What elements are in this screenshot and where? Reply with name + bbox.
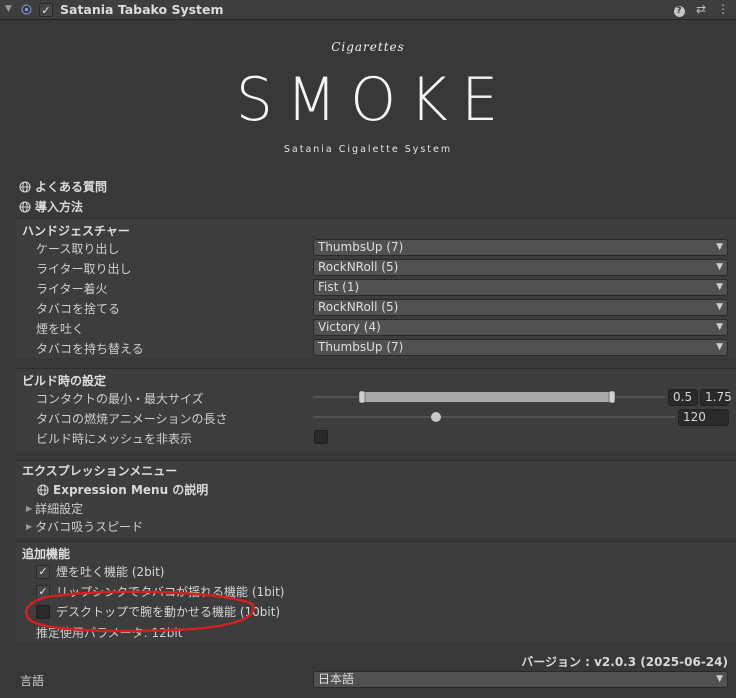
globe-icon bbox=[19, 180, 31, 193]
foldout-triangle-icon: ▶ bbox=[26, 504, 33, 513]
section-title: ハンドジェスチャー bbox=[22, 224, 130, 238]
contact-min-field[interactable]: 0.5 bbox=[668, 389, 698, 406]
contact-max-field[interactable]: 1.75 bbox=[700, 389, 732, 406]
language-label: 言語 bbox=[20, 674, 45, 688]
gesture-dropdown[interactable]: ThumbsUp (7) ▼ bbox=[313, 339, 728, 356]
component-enabled-checkbox[interactable]: ✓ bbox=[39, 3, 53, 17]
install-link-label: 導入方法 bbox=[35, 200, 84, 214]
preset-icon[interactable]: ⇄ bbox=[694, 2, 708, 16]
gesture-dropdown[interactable]: RockNRoll (5) ▼ bbox=[313, 259, 728, 276]
feature-checkbox[interactable]: ✓ bbox=[36, 584, 50, 599]
section-title: ビルド時の設定 bbox=[22, 374, 107, 388]
foldout-advanced-settings[interactable]: ▶ 詳細設定 bbox=[26, 500, 83, 517]
hide-mesh-label: ビルド時にメッシュを非表示 bbox=[36, 432, 193, 446]
contact-size-range-slider[interactable] bbox=[313, 389, 665, 405]
script-icon bbox=[21, 4, 32, 15]
gesture-row-label: ライター着火 bbox=[36, 282, 108, 296]
gesture-row-label: 煙を吐く bbox=[36, 322, 85, 336]
dropdown-arrow-icon: ▼ bbox=[716, 342, 723, 352]
feature-desktop-arm-toggle[interactable]: デスクトップで腕を動かせる機能 (10bit) bbox=[36, 603, 280, 620]
gesture-dropdown[interactable]: ThumbsUp (7) ▼ bbox=[313, 239, 728, 256]
smoke-logo: Cigarettes SMOKE Satania Cigalette Syste… bbox=[0, 36, 736, 161]
burn-length-slider[interactable] bbox=[313, 409, 675, 425]
dropdown-arrow-icon: ▼ bbox=[716, 674, 723, 684]
dropdown-value: Fist (1) bbox=[318, 280, 360, 294]
contact-size-label: コンタクトの最小・最大サイズ bbox=[36, 392, 204, 406]
foldout-label: タバコ吸うスピード bbox=[35, 520, 144, 534]
gesture-dropdown[interactable]: RockNRoll (5) ▼ bbox=[313, 299, 728, 316]
feature-label: リップシンクでタバコが揺れる機能 (1bit) bbox=[56, 585, 285, 599]
burn-length-label: タバコの燃焼アニメーションの長さ bbox=[36, 412, 228, 426]
expression-menu-link-label: Expression Menu の説明 bbox=[53, 483, 209, 497]
feature-lipsync-toggle[interactable]: ✓ リップシンクでタバコが揺れる機能 (1bit) bbox=[36, 583, 284, 600]
gesture-row-label: ケース取り出し bbox=[36, 242, 120, 256]
hide-mesh-checkbox[interactable] bbox=[314, 430, 328, 444]
gesture-row-label: タバコを持ち替える bbox=[36, 342, 144, 356]
globe-icon bbox=[37, 483, 49, 496]
feature-checkbox[interactable] bbox=[36, 604, 50, 619]
foldout-triangle-icon[interactable]: ▼ bbox=[5, 4, 12, 14]
section-title: エクスプレッションメニュー bbox=[22, 464, 178, 478]
dropdown-arrow-icon: ▼ bbox=[716, 302, 723, 312]
dropdown-value: Victory (4) bbox=[318, 320, 381, 334]
parameter-estimate: 推定使用パラメータ: 12bit bbox=[36, 626, 183, 640]
gesture-row-label: タバコを捨てる bbox=[36, 302, 121, 316]
gesture-dropdown[interactable]: Fist (1) ▼ bbox=[313, 279, 728, 296]
version-label: バージョン : v2.0.3 (2025-06-24) bbox=[521, 655, 728, 669]
feature-checkbox[interactable]: ✓ bbox=[36, 564, 50, 579]
help-icon[interactable]: ? bbox=[672, 2, 686, 17]
globe-icon bbox=[19, 200, 31, 213]
logo-main-text: SMOKE bbox=[235, 65, 512, 135]
dropdown-arrow-icon: ▼ bbox=[716, 322, 723, 332]
section-title: 追加機能 bbox=[22, 547, 71, 561]
dropdown-value: 日本語 bbox=[318, 672, 355, 686]
feature-smoke-toggle[interactable]: ✓ 煙を吐く機能 (2bit) bbox=[36, 563, 164, 580]
feature-label: 煙を吐く機能 (2bit) bbox=[56, 565, 165, 579]
install-link[interactable]: 導入方法 bbox=[19, 198, 83, 215]
faq-link[interactable]: よくある質問 bbox=[19, 178, 107, 195]
component-title: Satania Tabako System bbox=[60, 2, 224, 17]
dropdown-arrow-icon: ▼ bbox=[716, 282, 723, 292]
dropdown-value: RockNRoll (5) bbox=[318, 300, 399, 314]
foldout-smoke-speed[interactable]: ▶ タバコ吸うスピード bbox=[26, 518, 143, 535]
dropdown-value: ThumbsUp (7) bbox=[318, 240, 404, 254]
foldout-triangle-icon: ▶ bbox=[26, 522, 33, 531]
component-header: ▼ ✓ Satania Tabako System ? ⇄ ⋮ bbox=[0, 0, 736, 20]
more-icon[interactable]: ⋮ bbox=[716, 2, 730, 16]
expression-menu-link[interactable]: Expression Menu の説明 bbox=[37, 481, 208, 498]
faq-link-label: よくある質問 bbox=[35, 180, 108, 194]
dropdown-value: RockNRoll (5) bbox=[318, 260, 399, 274]
gesture-dropdown[interactable]: Victory (4) ▼ bbox=[313, 319, 728, 336]
dropdown-value: ThumbsUp (7) bbox=[318, 340, 404, 354]
language-dropdown[interactable]: 日本語 ▼ bbox=[313, 671, 728, 688]
feature-label: デスクトップで腕を動かせる機能 (10bit) bbox=[56, 605, 281, 619]
foldout-label: 詳細設定 bbox=[35, 502, 84, 516]
dropdown-arrow-icon: ▼ bbox=[716, 262, 723, 272]
logo-script-text: Cigarettes bbox=[331, 40, 405, 54]
dropdown-arrow-icon: ▼ bbox=[716, 242, 723, 252]
logo-sub-text: Satania Cigalette System bbox=[283, 144, 453, 155]
burn-length-field[interactable]: 120 bbox=[678, 409, 729, 426]
gesture-row-label: ライター取り出し bbox=[36, 262, 132, 276]
